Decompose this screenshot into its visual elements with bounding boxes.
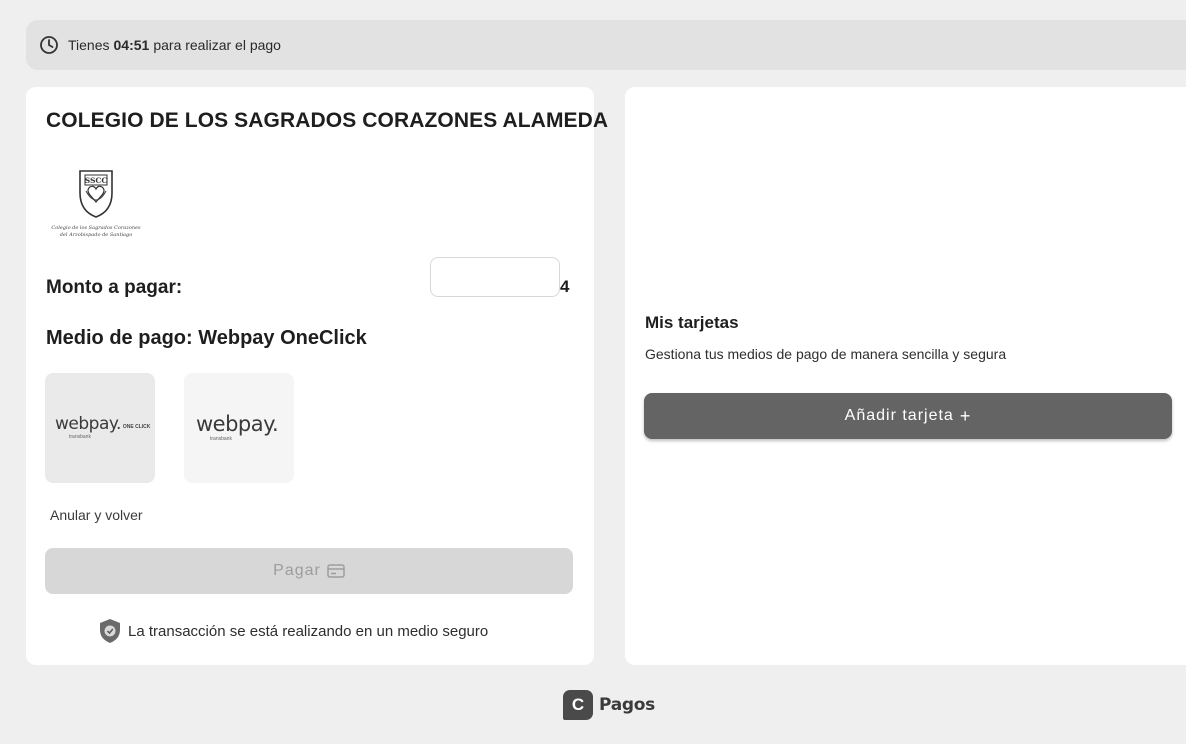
timer-prefix: Tienes xyxy=(68,37,110,53)
cancel-link[interactable]: Anular y volver xyxy=(50,507,143,523)
cards-panel: Mis tarjetas Gestiona tus medios de pago… xyxy=(625,87,1186,665)
webpay-oneclick-logo: webpay. ONE CLICK xyxy=(55,416,150,433)
logo-line-1: Colegio de los Sagrados Corazones xyxy=(51,225,141,231)
amount-field xyxy=(430,257,560,297)
plus-icon: + xyxy=(959,405,972,426)
payment-card: COLEGIO DE LOS SAGRADOS CORAZONES ALAMED… xyxy=(26,87,608,665)
amount-label: Monto a pagar: xyxy=(46,277,183,298)
secure-note: La transacción se está realizando en un … xyxy=(98,618,488,644)
credit-card-icon xyxy=(327,564,345,578)
webpay-name: webpay. xyxy=(196,412,279,436)
method-webpay-oneclick[interactable]: webpay. ONE CLICK transbank xyxy=(45,373,155,483)
cards-title: Mis tarjetas xyxy=(645,313,739,332)
payment-method-title: Medio de pago: Webpay OneClick xyxy=(46,327,367,349)
footer-brand: C Pagos xyxy=(563,690,655,720)
pay-button[interactable]: Pagar xyxy=(45,548,573,594)
cards-subtitle: Gestiona tus medios de pago de manera se… xyxy=(645,346,1007,362)
oneclick-badge: ONE CLICK xyxy=(122,424,151,430)
timer-suffix: para realizar el pago xyxy=(153,37,281,53)
logo-line-2: del Arzobispado de Santiago xyxy=(60,232,133,238)
timer-banner: Tienes 04:51 para realizar el pago xyxy=(26,20,1186,70)
brand-name: Pagos xyxy=(599,695,655,715)
shield-icon xyxy=(98,618,122,644)
webpay-oneclick-name: webpay. xyxy=(55,414,121,434)
amount-value: 4 xyxy=(560,277,570,296)
brand-logo-icon: C xyxy=(563,690,593,720)
clock-icon xyxy=(39,35,59,55)
secure-note-text: La transacción se está realizando en un … xyxy=(128,622,489,640)
webpay-logo: webpay. xyxy=(196,412,279,436)
payment-page: Tienes 04:51 para realizar el pago COLEG… xyxy=(0,0,1186,744)
method-webpay[interactable]: webpay. transbank xyxy=(184,373,294,483)
transbank-label: transbank xyxy=(210,436,232,442)
add-card-label: Añadir tarjeta xyxy=(844,407,954,424)
pay-button-label: Pagar xyxy=(273,562,321,579)
add-card-button[interactable]: Añadir tarjeta + xyxy=(644,393,1172,439)
merchant-name: COLEGIO DE LOS SAGRADOS CORAZONES ALAMED… xyxy=(46,109,609,132)
logo-seal-text: SSCC xyxy=(85,176,108,185)
transbank-label: transbank xyxy=(69,434,91,440)
school-logo: SSCC Colegio de los Sagrados Corazones d… xyxy=(46,167,146,242)
timer-countdown: 04:51 xyxy=(113,37,150,53)
